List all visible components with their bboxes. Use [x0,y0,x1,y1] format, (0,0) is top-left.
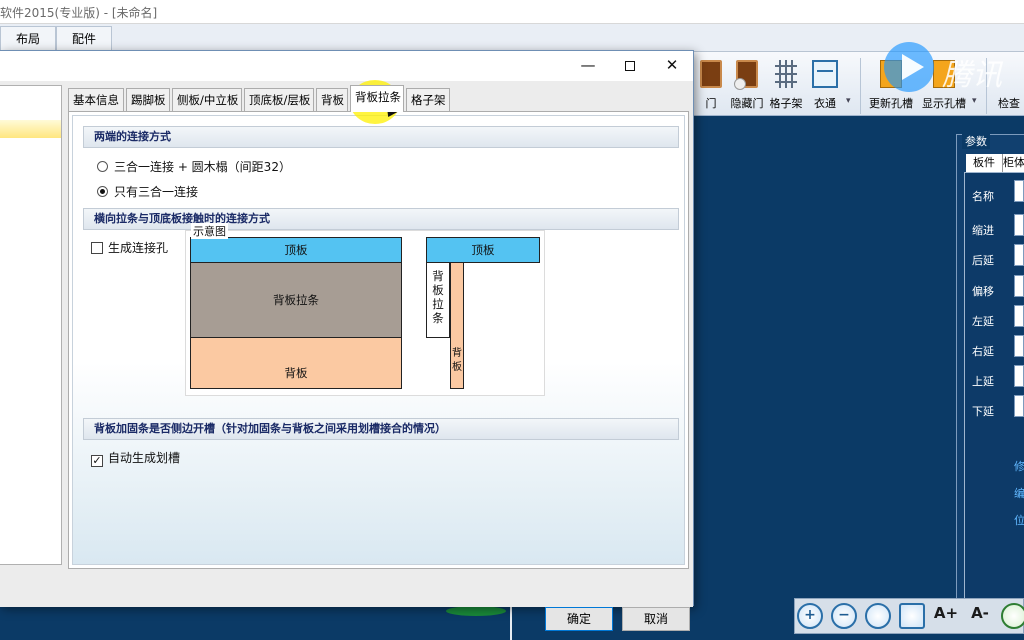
auto-slot-label: 自动生成划槽 [108,451,181,465]
param-label-top-extend: 上延 [972,375,994,388]
backboard-strip-dialog: — ✕ 基本信息 踢脚板 侧板/中立板 顶底板/层板 背板 背板拉条 格子架 两… [0,50,694,631]
param-top-extend-field[interactable] [1014,365,1024,387]
zoom-fit-icon[interactable] [865,603,891,629]
play-triangle-icon [902,54,924,80]
minimize-button[interactable]: — [566,51,610,79]
option-cam-dowel[interactable]: 三合一连接 + 圆木榻（间距32） [97,158,291,175]
tree-selected-item[interactable] [0,120,61,138]
param-label-bottom-extend: 下延 [972,405,994,418]
option-cam-dowel-label: 三合一连接 + 圆木榻（间距32） [114,160,291,174]
radio-cam-dowel[interactable] [97,161,108,172]
dialog-titlebar[interactable]: — ✕ [0,51,693,81]
diagram-strip-vertical: 背 板 拉 条 [426,262,450,338]
tab-kick-board[interactable]: 踢脚板 [126,88,170,112]
param-label-name: 名称 [972,190,994,203]
door-button-label: 门 [705,97,717,110]
cancel-button[interactable]: 取消 [622,607,690,631]
diagram-back-board: 背板 [190,337,402,389]
ribbon-separator [860,58,861,114]
door-icon [700,60,722,88]
font-increase-button[interactable]: A+ [933,603,959,629]
option-cam-only[interactable]: 只有三合一连接 [97,183,198,200]
tab-inner: 两端的连接方式 三合一连接 + 圆木榻（间距32） 只有三合一连接 横向拉条与顶… [72,115,685,565]
zoom-out-icon[interactable]: − [831,603,857,629]
wardrobe-rail-button-label: 衣通 [814,97,836,110]
tab-top-bottom-board[interactable]: 顶底板/层板 [244,88,314,112]
maximize-icon [625,60,635,71]
auto-slot-checkbox[interactable]: ✓ [91,455,103,467]
door-button[interactable]: 门 [698,60,724,112]
schematic-diagram: 顶板 背板拉条 背板 顶板 背 板 拉 条 背 板 [185,230,545,396]
zoom-in-icon[interactable]: + [797,603,823,629]
param-name-field[interactable] [1014,180,1024,202]
param-left-extend-field[interactable] [1014,305,1024,327]
wardrobe-rail-button[interactable]: 衣通 [810,60,840,112]
grid-icon [775,60,797,88]
param-back-extend-field[interactable] [1014,244,1024,266]
param-offset-field[interactable] [1014,275,1024,297]
scene-object [446,606,506,616]
param-bottom-extend-field[interactable] [1014,395,1024,417]
watermark-text: 腾讯 [942,58,1002,93]
diagram-back-vertical: 背 板 [450,262,464,389]
workspace-divider [510,604,512,640]
param-label-left-extend: 左延 [972,315,994,328]
menubar: 布局 配件 [0,24,1024,52]
tab-board[interactable]: 板件 [966,154,1002,172]
param-label-right-extend: 右延 [972,345,994,358]
diagram-top-board-right: 顶板 [426,237,540,263]
param-link-edit[interactable]: 修 [1014,458,1024,474]
tab-back-board-strip[interactable]: 背板拉条 [350,85,404,112]
diagram-back-strip: 背板拉条 [190,262,402,338]
hidden-door-button[interactable]: 隐藏门 [728,60,766,112]
menu-parts[interactable]: 配件 [56,26,112,51]
param-link-position[interactable]: 位 [1014,512,1024,528]
watermark-logo: 腾讯 [876,38,1024,102]
diagram-legend: 示意图 [191,223,228,239]
radio-cam-only[interactable] [97,186,108,197]
close-button[interactable]: ✕ [650,51,694,79]
wardrobe-rail-icon [812,60,838,88]
font-decrease-button[interactable]: A- [967,603,993,629]
tab-back-board[interactable]: 背板 [316,88,348,112]
maximize-button[interactable] [608,51,652,79]
param-indent-field[interactable] [1014,214,1024,236]
tab-cabinet[interactable]: 柜体 [1002,154,1024,172]
lattice-rack-button[interactable]: 格子架 [768,60,804,112]
generate-hole-checkbox[interactable] [91,242,103,254]
param-right-extend-field[interactable] [1014,335,1024,357]
ok-button[interactable]: 确定 [545,607,613,631]
dialog-body: 基本信息 踢脚板 侧板/中立板 顶底板/层板 背板 背板拉条 格子架 两端的连接… [0,81,693,631]
param-label-indent: 缩进 [972,224,994,237]
tab-side-panel[interactable]: 侧板/中立板 [172,88,242,112]
param-label-offset: 偏移 [972,285,994,298]
section-slot-option: 背板加固条是否侧边开槽（针对加固条与背板之间采用划槽接合的情况） [83,418,679,440]
screenshot-icon[interactable] [899,603,925,629]
generate-hole-option[interactable]: 生成连接孔 [91,239,168,256]
section-horizontal-strip: 横向拉条与顶底板接触时的连接方式 [83,208,679,230]
tree-pane[interactable] [0,85,62,565]
lattice-rack-button-label: 格子架 [769,97,803,110]
hidden-door-button-label: 隐藏门 [730,97,764,110]
tab-strip: 基本信息 踢脚板 侧板/中立板 顶底板/层板 背板 背板拉条 格子架 [68,85,690,112]
param-label-back-extend: 后延 [972,254,994,267]
app-titlebar: 软件2015(专业版) - [未命名] [0,0,1024,24]
param-link-code[interactable]: 编 [1014,485,1024,501]
tab-basic-info[interactable]: 基本信息 [68,88,124,112]
section-end-connection: 两端的连接方式 [83,126,679,148]
menu-layout[interactable]: 布局 [0,26,56,51]
generate-hole-label: 生成连接孔 [108,241,169,255]
params-legend: 参数 [962,133,990,149]
app-title: 软件2015(专业版) - [未命名] [0,6,158,20]
auto-slot-option[interactable]: ✓ 自动生成划槽 [91,449,180,467]
view-toolbar: + − A+ A- [794,598,1024,634]
option-cam-only-label: 只有三合一连接 [114,185,199,199]
diagram-top-board-left: 顶板 [190,237,402,263]
tab-lattice-rack[interactable]: 格子架 [406,88,450,112]
tab-content: 两端的连接方式 三合一连接 + 圆木榻（间距32） 只有三合一连接 横向拉条与顶… [68,111,689,569]
settings-icon[interactable] [1001,603,1024,629]
ribbon-more-icon[interactable]: ▾ [846,96,851,106]
hidden-door-icon [734,60,758,90]
